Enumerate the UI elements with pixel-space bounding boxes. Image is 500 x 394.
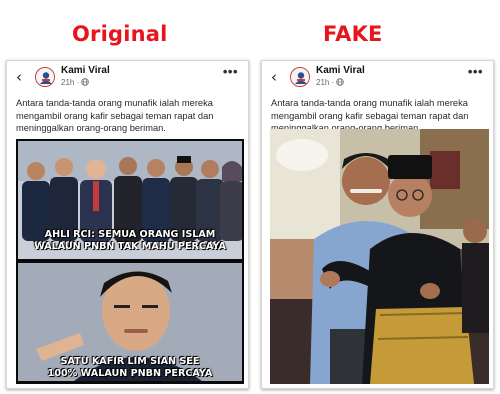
meme-image: AHLI RCI: SEMUA ORANG ISLAM WALAUN PNBN … — [16, 139, 244, 384]
post-header: ‹ Kami Viral 21h · ••• — [262, 61, 493, 95]
meme-bottom-line-1: SATU KAFIR LIM SIAN SEE — [60, 356, 200, 367]
chevron-left-icon[interactable]: ‹ — [271, 68, 277, 86]
meme-top-line-2: WALAUN PNBN TAK MAHU PERCAYA — [34, 240, 226, 252]
avatar[interactable] — [35, 67, 55, 87]
fake-heading: FAKE — [323, 22, 383, 46]
post-header: ‹ Kami Viral 21h · ••• — [7, 61, 248, 95]
fake-post-card: ‹ Kami Viral 21h · ••• Antara tanda-tand… — [261, 60, 494, 389]
meme-bottom-line-2: 100% WALAUN PNBN PERCAYA — [47, 367, 213, 379]
post-time: 21h — [316, 78, 330, 87]
meme-top-panel: AHLI RCI: SEMUA ORANG ISLAM WALAUN PNBN … — [18, 141, 242, 259]
globe-icon — [336, 78, 345, 86]
account-name[interactable]: Kami Viral — [316, 65, 365, 76]
post-time: 21h — [61, 78, 75, 87]
more-horizontal-icon[interactable]: ••• — [223, 64, 238, 79]
original-heading: Original — [72, 22, 168, 46]
avatar[interactable] — [290, 67, 310, 87]
meme-bottom-panel: SATU KAFIR LIM SIAN SEE 100% WALAUN PNBN… — [18, 263, 242, 381]
post-caption: Antara tanda-tanda orang munafik ialah m… — [16, 98, 214, 133]
meme-top-caption: AHLI RCI: SEMUA ORANG ISLAM WALAUN PNBN … — [18, 229, 242, 252]
meme-top-line-1: AHLI RCI: SEMUA ORANG ISLAM — [44, 229, 216, 240]
original-post-card: ‹ Kami Viral 21h · ••• Antara tanda-tand… — [6, 60, 249, 389]
post-meta: 21h · — [316, 78, 345, 87]
meme-bottom-caption: SATU KAFIR LIM SIAN SEE 100% WALAUN PNBN… — [18, 356, 242, 379]
more-horizontal-icon[interactable]: ••• — [468, 64, 483, 79]
account-name[interactable]: Kami Viral — [61, 65, 110, 76]
globe-icon — [81, 78, 90, 86]
chevron-left-icon[interactable]: ‹ — [16, 68, 22, 86]
post-photo — [270, 129, 489, 384]
post-meta: 21h · — [61, 78, 90, 87]
